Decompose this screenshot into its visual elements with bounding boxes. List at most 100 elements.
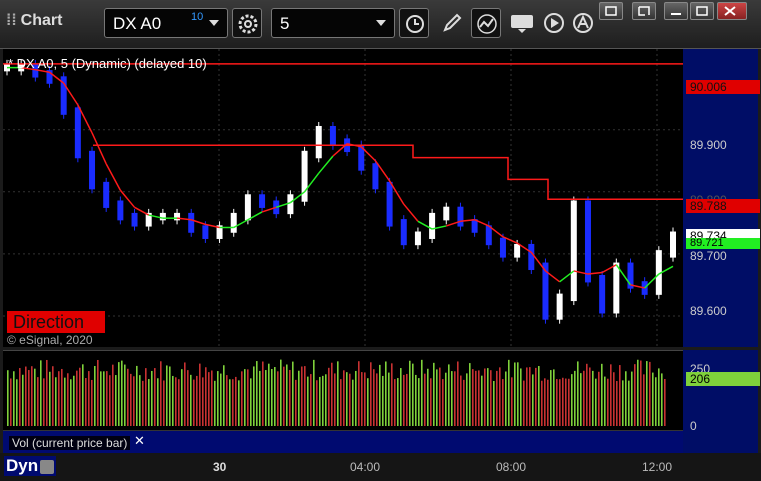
- volume-bar: [88, 371, 90, 426]
- volume-bar: [205, 367, 207, 426]
- volume-bar: [124, 364, 126, 426]
- volume-bar: [22, 374, 24, 426]
- dynamic-mode-label[interactable]: Dyn: [4, 456, 57, 476]
- avg-level-tag: 89.721: [686, 238, 760, 249]
- settings-button[interactable]: [232, 8, 262, 38]
- volume-bar: [583, 370, 585, 426]
- volume-bar: [268, 363, 270, 426]
- price-bar: [443, 206, 450, 221]
- volume-bar: [361, 372, 363, 426]
- volume-bar: [229, 379, 231, 426]
- volume-bar: [97, 359, 99, 426]
- close-icon[interactable]: ✕: [134, 433, 145, 449]
- draw-button[interactable]: [437, 8, 467, 38]
- restore-button[interactable]: [632, 2, 656, 20]
- play-button[interactable]: [539, 8, 569, 38]
- price-bar: [74, 107, 81, 159]
- volume-bar: [304, 366, 306, 426]
- interval-select[interactable]: 5: [271, 8, 395, 38]
- volume-bar: [481, 375, 483, 426]
- volume-bar: [511, 377, 513, 426]
- volume-bar: [616, 380, 618, 426]
- volume-bar: [541, 380, 543, 426]
- volume-bar: [418, 378, 420, 426]
- lock-icon[interactable]: [40, 459, 55, 474]
- volume-bar: [199, 363, 201, 426]
- price-bar: [414, 231, 421, 246]
- volume-bar: [112, 364, 114, 426]
- price-bar: [613, 262, 620, 314]
- alert-button[interactable]: [568, 8, 598, 38]
- volume-label[interactable]: Vol (current price bar): [9, 436, 131, 450]
- volume-bar: [514, 362, 516, 426]
- studies-button[interactable]: [471, 8, 501, 38]
- volume-bar: [142, 380, 144, 426]
- volume-bar: [175, 377, 177, 426]
- volume-bar: [349, 373, 351, 426]
- volume-bar: [70, 379, 72, 426]
- chevron-down-icon[interactable]: [209, 20, 219, 26]
- price-bar: [244, 194, 251, 221]
- volume-bar: [637, 359, 639, 426]
- volume-bar: [214, 380, 216, 426]
- volume-bar: [223, 365, 225, 426]
- volume-bar: [232, 379, 234, 426]
- volume-bar: [595, 378, 597, 426]
- time-tick: 08:00: [496, 460, 527, 474]
- volume-bar: [253, 366, 255, 426]
- volume-bar: [217, 371, 219, 426]
- volume-bar: [448, 364, 450, 426]
- volume-bar: [496, 370, 498, 426]
- volume-bar: [388, 372, 390, 426]
- volume-bar: [7, 370, 9, 426]
- volume-bar: [520, 368, 522, 426]
- maximize-button[interactable]: [690, 2, 714, 20]
- volume-bar: [463, 379, 465, 426]
- volume-bar: [163, 380, 165, 426]
- close-button[interactable]: [717, 2, 747, 20]
- volume-bar: [277, 371, 279, 426]
- volume-bar: [499, 367, 501, 426]
- volume-bar: [565, 378, 567, 426]
- price-bar: [259, 194, 266, 208]
- stop-level-tag: 89.788: [686, 199, 760, 213]
- volume-bar: [247, 369, 249, 426]
- time-tick: 04:00: [350, 460, 381, 474]
- volume-bar: [37, 377, 39, 426]
- volume-bar: [379, 364, 381, 426]
- volume-bar: [619, 365, 621, 426]
- volume-bar: [265, 370, 267, 426]
- volume-bar: [121, 360, 123, 426]
- volume-bar: [649, 361, 651, 426]
- price-chart[interactable]: [3, 49, 683, 347]
- average-line-segment: [318, 155, 334, 174]
- volume-bar: [136, 365, 138, 426]
- price-bar: [457, 206, 464, 227]
- volume-bar: [91, 379, 93, 426]
- volume-bar: [322, 375, 324, 426]
- grip-icon[interactable]: ⁞⁞: [6, 12, 17, 29]
- volume-bar: [64, 377, 66, 426]
- volume-bar: [292, 361, 294, 426]
- volume-bar: [160, 361, 162, 426]
- volume-bar: [19, 368, 21, 426]
- volume-bar: [52, 366, 54, 426]
- symbol-input[interactable]: DX A0 10: [104, 8, 228, 38]
- chart-header: * DX A0, 5 (Dynamic) (delayed 10): [8, 56, 207, 71]
- get-data-button[interactable]: [506, 8, 536, 38]
- minimize-button[interactable]: [664, 2, 688, 20]
- volume-chart[interactable]: [3, 350, 683, 430]
- chevron-down-icon[interactable]: [376, 20, 386, 26]
- volume-bar: [103, 371, 105, 426]
- direction-study-label[interactable]: Direction: [7, 311, 105, 333]
- link-button[interactable]: [599, 2, 623, 20]
- volume-bar: [601, 363, 603, 426]
- volume-bar: [166, 365, 168, 426]
- volume-bar: [316, 380, 318, 426]
- volume-bar: [13, 371, 15, 426]
- volume-bar: [133, 376, 135, 426]
- time-button[interactable]: [399, 8, 429, 38]
- volume-bar: [274, 367, 276, 426]
- volume-bar: [73, 375, 75, 426]
- volume-bar: [145, 368, 147, 426]
